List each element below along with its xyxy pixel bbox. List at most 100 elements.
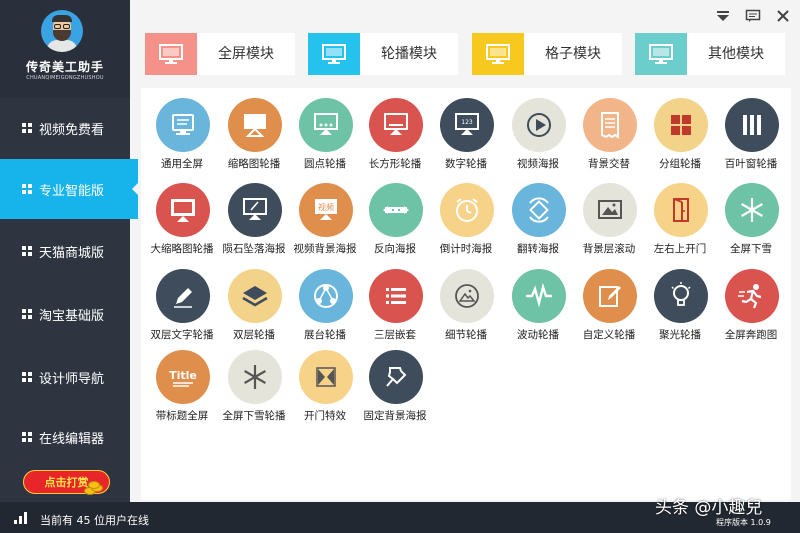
module-label: 全屏下雪 [730, 243, 772, 255]
module-number-carousel[interactable]: 123 数字轮播 [428, 98, 504, 184]
runner-icon [725, 269, 779, 323]
monitor-icon [635, 33, 687, 75]
app-logo: 传奇美工助手 CHUANQIMEIGONGZHUSHOU [0, 0, 130, 98]
module-label: 百叶窗轮播 [724, 158, 778, 170]
number-icon: 123 [440, 98, 494, 152]
window-controls [714, 7, 792, 25]
module-wave-carousel[interactable]: 波动轮播 [500, 269, 576, 355]
grid-icon [22, 372, 32, 382]
coins-icon [84, 481, 106, 496]
module-snow-carousel[interactable]: 全屏下雪轮播 [216, 350, 292, 436]
sidebar-item-free-video[interactable]: 视频免费看 [0, 98, 130, 158]
module-title-fullscreen[interactable]: Title 带标题全屏 [144, 350, 220, 436]
module-stage-carousel[interactable]: 展台轮播 [287, 269, 363, 355]
module-bg-scroll[interactable]: 背景层滚动 [571, 183, 647, 269]
sidebar-item-pro[interactable]: 专业智能版 [0, 159, 138, 219]
module-dots-carousel[interactable]: 圆点轮播 [287, 98, 363, 184]
video-bg-icon: 视频 [299, 183, 353, 237]
flip-icon [512, 183, 566, 237]
grid-icon [654, 98, 708, 152]
version-label: 程序版本 1.0.9 [716, 518, 771, 527]
sidebar-item-label: 视频免费看 [39, 122, 105, 138]
grid-icon [22, 246, 32, 256]
edit-icon [583, 269, 637, 323]
monitor-icon [308, 33, 360, 75]
module-fixed-bg-poster[interactable]: 固定背景海报 [357, 350, 433, 436]
module-double-layer[interactable]: 双层轮播 [216, 269, 292, 355]
photo-icon [440, 269, 494, 323]
module-video-poster[interactable]: 视频海报 [500, 98, 576, 184]
dropdown-menu-icon[interactable] [714, 7, 732, 25]
monitor-icon [156, 98, 210, 152]
rectangle-icon [369, 98, 423, 152]
sidebar-item-taobao[interactable]: 淘宝基础版 [0, 284, 130, 344]
module-double-text[interactable]: 双层文字轮播 [144, 269, 220, 355]
module-fullscreen-snow[interactable]: 全屏下雪 [713, 183, 789, 269]
svg-text:123: 123 [461, 119, 473, 126]
feedback-icon[interactable] [744, 7, 762, 25]
svg-text:Title: Title [169, 369, 197, 382]
module-door-open[interactable]: 左右上开门 [642, 183, 718, 269]
list-icon [369, 269, 423, 323]
tab-fullscreen-module[interactable]: 全屏模块 [145, 33, 295, 75]
door-open-icon [299, 350, 353, 404]
sidebar-item-label: 淘宝基础版 [39, 308, 105, 324]
tab-grid-module[interactable]: 格子模块 [472, 33, 622, 75]
module-group-carousel[interactable]: 分组轮播 [642, 98, 718, 184]
module-detail-carousel[interactable]: 细节轮播 [428, 269, 504, 355]
tab-other-module[interactable]: 其他模块 [635, 33, 785, 75]
monitor-icon [472, 33, 524, 75]
reverse-arrows-icon [369, 183, 423, 237]
module-meteor-poster[interactable]: 陨石坠落海报 [216, 183, 292, 269]
module-fullscreen-general[interactable]: 通用全屏 [144, 98, 220, 184]
grid-icon [22, 184, 32, 194]
module-reverse-poster[interactable]: 反向海报 [357, 183, 433, 269]
module-big-thumbnail[interactable]: 大缩略图轮播 [144, 183, 220, 269]
title-icon: Title [156, 350, 210, 404]
layers-icon [228, 269, 282, 323]
module-rectangle-carousel[interactable]: 长方形轮播 [357, 98, 433, 184]
sidebar-item-online-editor[interactable]: 在线编辑器 [0, 407, 130, 467]
pin-icon [369, 350, 423, 404]
play-icon [512, 98, 566, 152]
door-icon [654, 183, 708, 237]
sidebar-item-label: 在线编辑器 [39, 431, 105, 447]
module-door-effect[interactable]: 开门特效 [287, 350, 363, 436]
alarm-clock-icon [440, 183, 494, 237]
grid-icon [22, 432, 32, 442]
watermark: 头条 @小趣兒 [655, 498, 763, 518]
blinds-icon [725, 98, 779, 152]
online-count: 当前有 45 位用户在线 [40, 514, 149, 527]
sidebar: 传奇美工助手 CHUANQIMEIGONGZHUSHOU 视频免费看 专业智能版… [0, 0, 138, 502]
share-nodes-icon [299, 269, 353, 323]
svg-text:视频: 视频 [318, 202, 334, 212]
module-runner-fullscreen[interactable]: 全屏奔跑图 [713, 269, 789, 355]
tab-label: 其他模块 [708, 46, 764, 62]
module-custom-carousel[interactable]: 自定义轮播 [571, 269, 647, 355]
big-thumbnail-icon [156, 183, 210, 237]
module-flip-poster[interactable]: 翻转海报 [500, 183, 576, 269]
module-countdown-poster[interactable]: 倒计时海报 [428, 183, 504, 269]
bulb-icon [654, 269, 708, 323]
close-icon[interactable] [774, 7, 792, 25]
tab-label: 格子模块 [545, 46, 601, 62]
sidebar-item-label: 设计师导航 [39, 371, 105, 387]
sidebar-item-tmall[interactable]: 天猫商城版 [0, 221, 130, 281]
module-three-layer[interactable]: 三层嵌套 [357, 269, 433, 355]
thumbnail-icon [228, 98, 282, 152]
module-bg-alternate[interactable]: 背景交替 [571, 98, 647, 184]
tab-carousel-module[interactable]: 轮播模块 [308, 33, 458, 75]
sidebar-item-designer-nav[interactable]: 设计师导航 [0, 347, 130, 407]
logo-title: 传奇美工助手 [25, 60, 104, 74]
module-blinds-carousel[interactable]: 百叶窗轮播 [713, 98, 789, 184]
tab-label: 轮播模块 [381, 46, 437, 62]
module-label: 全屏奔跑图 [724, 329, 778, 341]
module-thumbnail-carousel[interactable]: 缩略图轮播 [216, 98, 292, 184]
snowflake-icon [725, 183, 779, 237]
tab-label: 全屏模块 [218, 46, 274, 62]
module-spotlight-carousel[interactable]: 聚光轮播 [642, 269, 718, 355]
module-grid: 通用全屏 缩略图轮播 圆点轮播 长方形轮播 123 数字轮播 视频海报 背景交替… [141, 88, 791, 500]
grid-icon [22, 123, 32, 133]
module-video-bg-poster[interactable]: 视频 视频背景海报 [287, 183, 363, 269]
wave-icon [512, 269, 566, 323]
